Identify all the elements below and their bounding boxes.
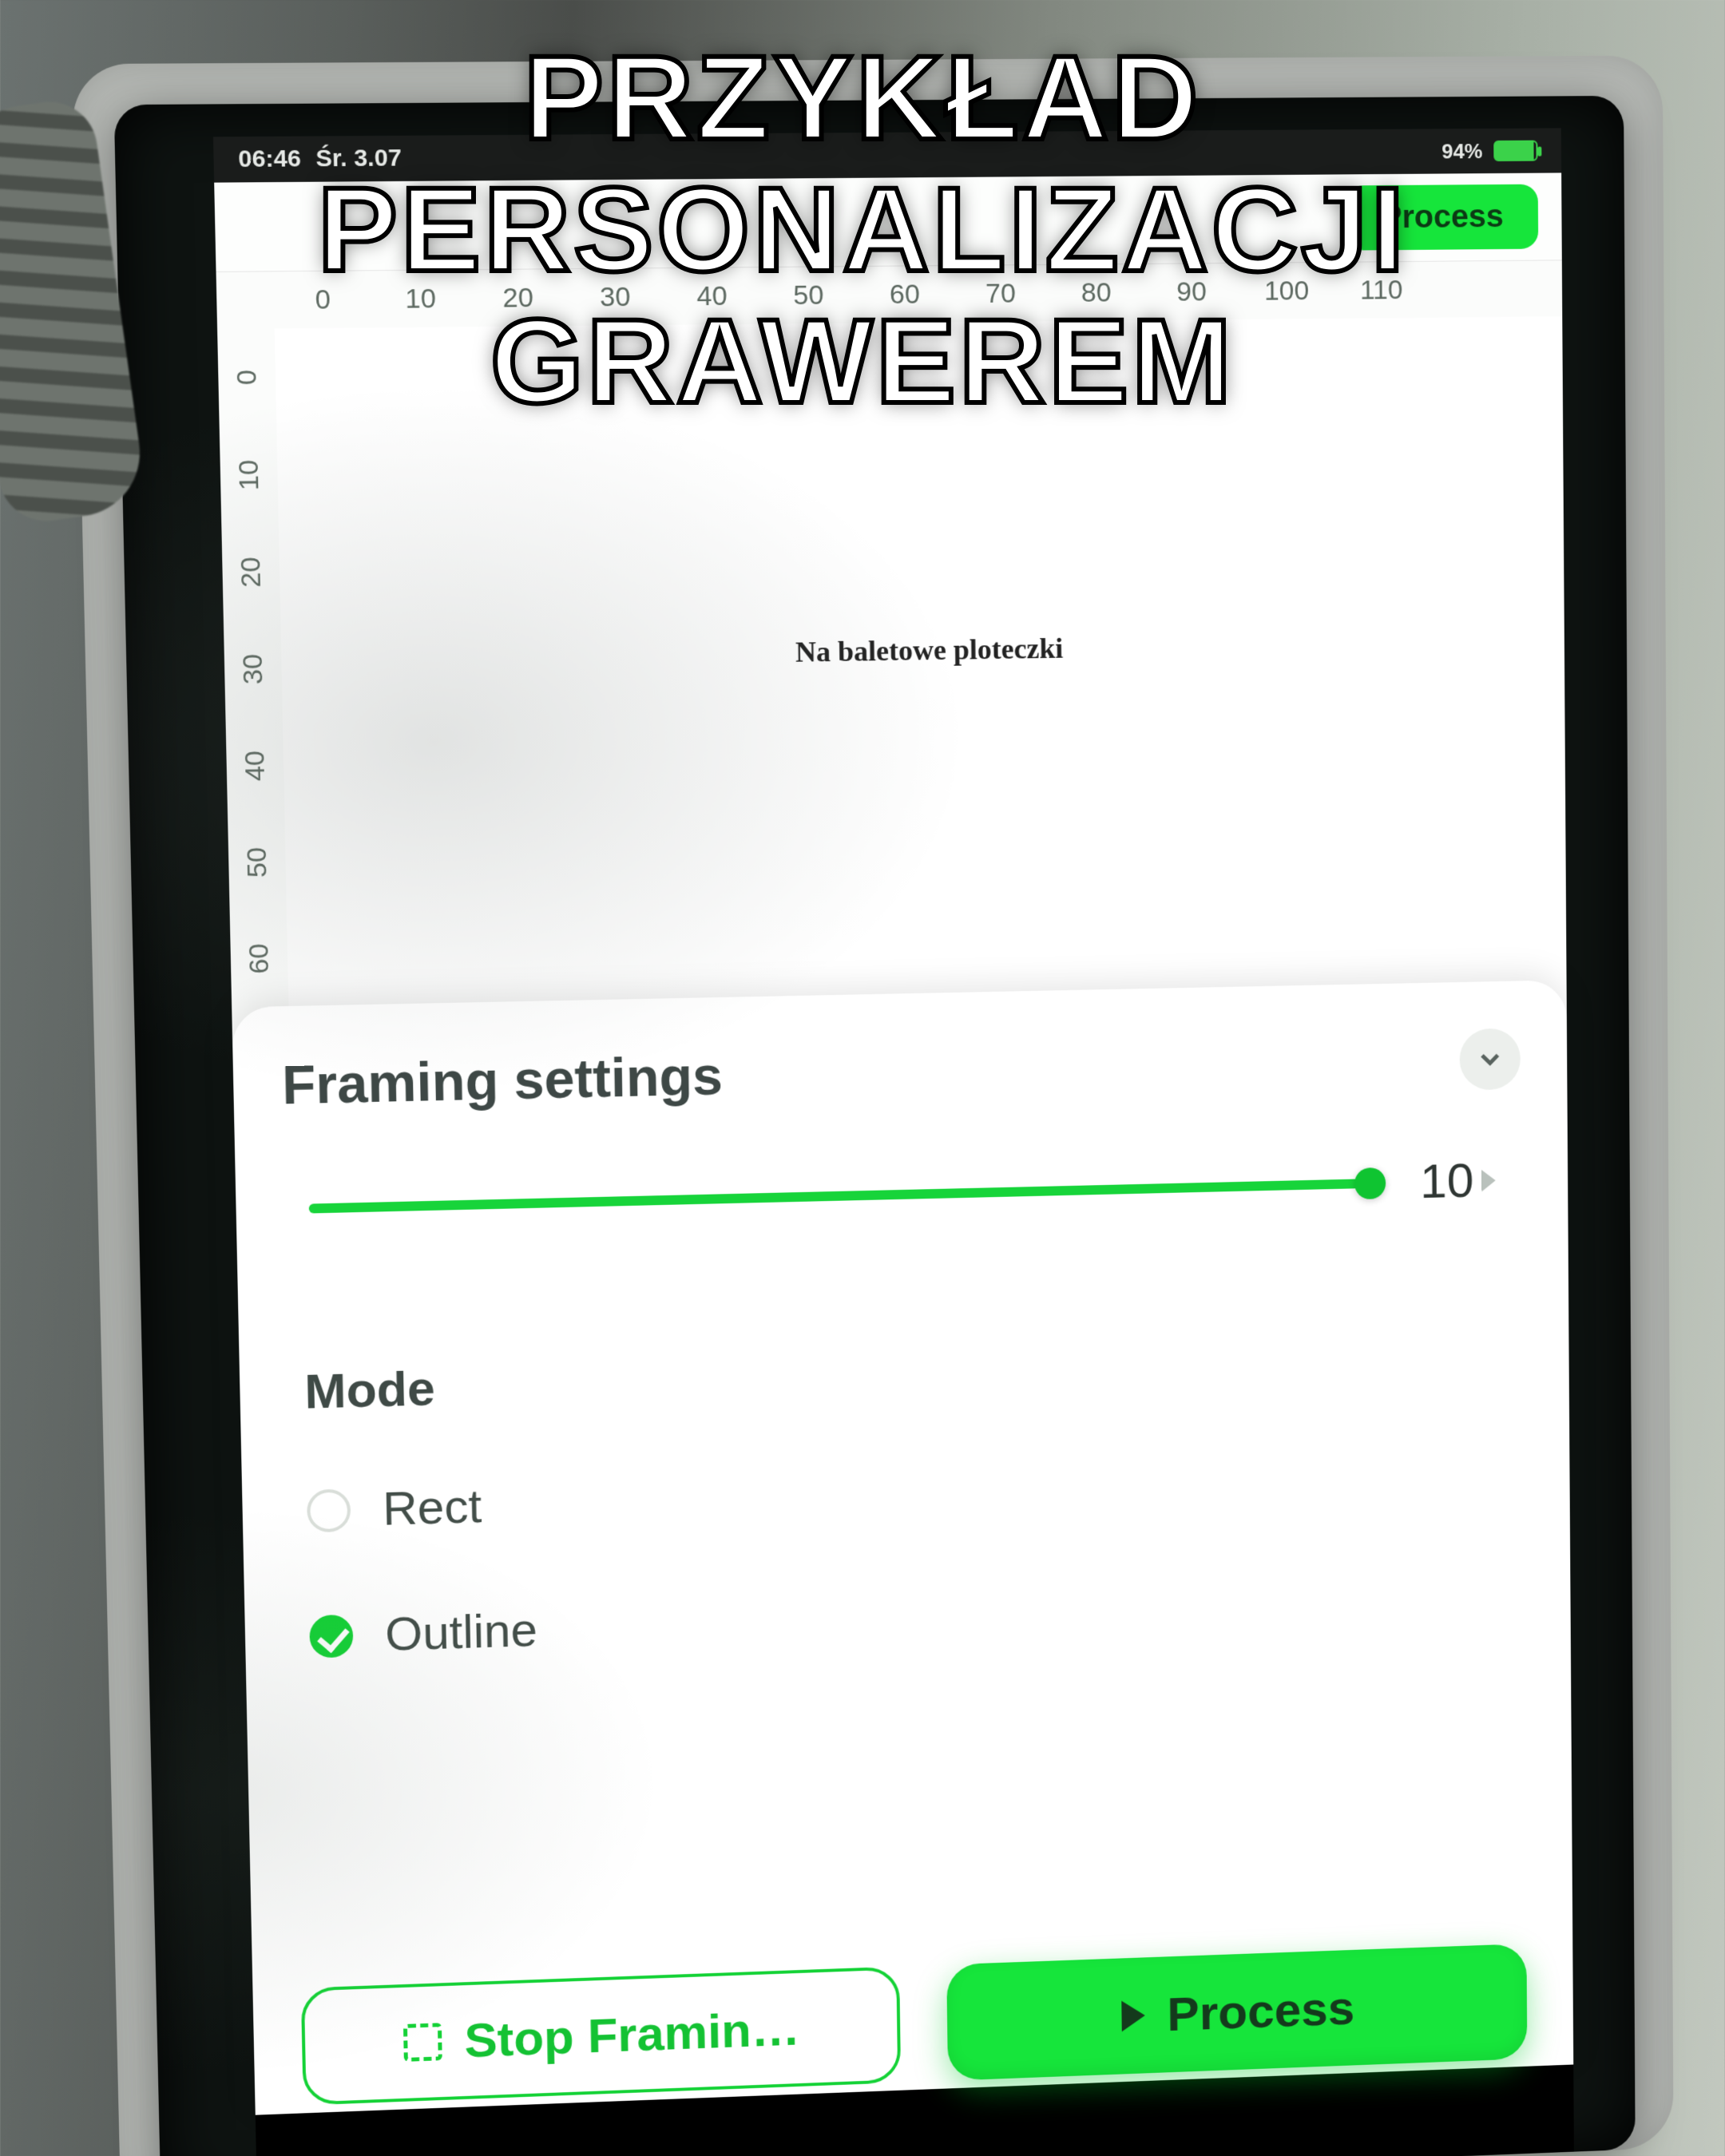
ruler-h-tick: 20 (469, 269, 567, 327)
ruler-v-tick: 0 (217, 329, 276, 427)
framing-settings-panel: Framing settings 10 (232, 980, 1573, 2114)
ruler-h-tick: 100 (1239, 263, 1334, 319)
radio-checked-icon (309, 1614, 353, 1658)
ruler-v-tick: 10 (220, 426, 279, 525)
speed-slider[interactable] (309, 1178, 1382, 1213)
caret-right-icon (1481, 1169, 1496, 1191)
ruler-h-tick: 70 (953, 265, 1049, 323)
slider-thumb[interactable] (1354, 1167, 1386, 1199)
chevron-down-icon (1474, 1043, 1505, 1075)
ruler-v-tick: 60 (230, 910, 289, 1008)
ruler-h-tick: 0 (273, 271, 372, 328)
panel-title: Framing settings (281, 1045, 723, 1117)
slider-value-display[interactable]: 10 (1420, 1152, 1513, 1210)
status-date: Śr. 3.07 (315, 145, 402, 172)
ruler-h-tick: 80 (1048, 264, 1144, 321)
ruler-v-tick: 50 (228, 814, 287, 911)
mode-outline-label: Outline (385, 1603, 538, 1662)
ipad-screen: 06:46 Śr. 3.07 94% Process 0 10 20 30 (213, 128, 1574, 2156)
ruler-h-tick: 10 (371, 270, 470, 327)
play-icon (1122, 2000, 1146, 2032)
ruler-v-tick: 40 (225, 717, 284, 814)
ruler-h-tick: 60 (856, 266, 953, 323)
ruler-h-tick: 110 (1334, 262, 1429, 319)
ruler-h-tick: 90 (1144, 264, 1239, 320)
canvas-area[interactable]: 0 10 20 30 40 50 60 70 80 90 100 110 0 1… (216, 260, 1567, 1047)
header-process-button[interactable]: Process (1346, 184, 1538, 251)
frame-icon (403, 2023, 442, 2062)
radio-icon (307, 1488, 351, 1532)
slider-value-text: 10 (1420, 1153, 1474, 1210)
action-buttons: Stop Framin… Process (301, 1944, 1528, 2106)
mode-rect-label: Rect (382, 1479, 482, 1536)
app-header: Process (214, 172, 1562, 271)
battery-percent: 94% (1441, 139, 1483, 164)
process-button[interactable]: Process (946, 1944, 1527, 2081)
ruler-v-tick: 30 (224, 620, 283, 718)
status-time: 06:46 (238, 145, 301, 173)
process-label: Process (1167, 1980, 1354, 2042)
design-canvas[interactable]: Na baletowe ploteczki (275, 316, 1567, 1046)
collapse-panel-button[interactable] (1459, 1028, 1521, 1090)
stop-framing-button[interactable]: Stop Framin… (301, 1967, 901, 2106)
ruler-v-tick: 20 (221, 523, 280, 620)
battery-icon (1493, 141, 1537, 161)
stop-framing-label: Stop Framin… (464, 2000, 801, 2068)
ipad-bezel: 06:46 Śr. 3.07 94% Process 0 10 20 30 (114, 96, 1636, 2156)
ruler-h-tick: 50 (759, 267, 857, 324)
ruler-h-tick: 40 (663, 268, 760, 325)
engraving-text[interactable]: Na baletowe ploteczki (795, 632, 1064, 669)
ipad-case: 06:46 Śr. 3.07 94% Process 0 10 20 30 (72, 56, 1674, 2156)
ruler-h-tick: 30 (566, 268, 664, 326)
